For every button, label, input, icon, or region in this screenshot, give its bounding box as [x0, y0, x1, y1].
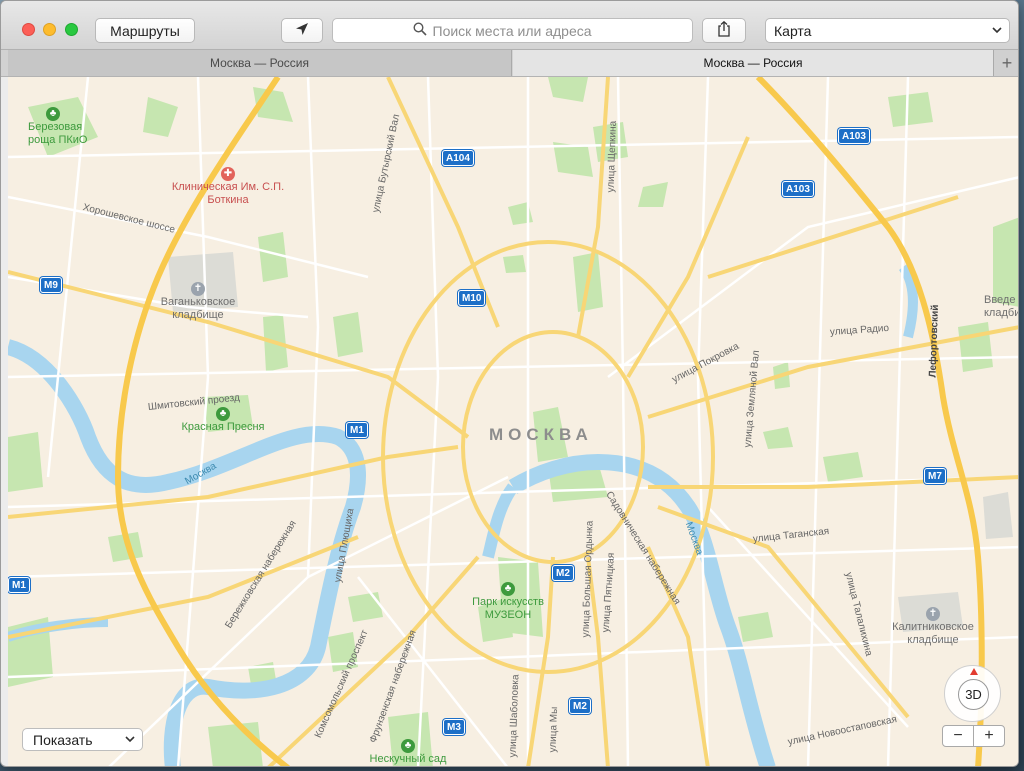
highway-shield[interactable]: M2: [552, 565, 574, 581]
tree-icon: ♣: [401, 739, 415, 753]
close-window-button[interactable]: [22, 23, 35, 36]
poi-label: Красная Пресня: [181, 421, 265, 433]
poi-muzeon[interactable]: ♣ Парк искусств МУЗЕОН: [458, 582, 558, 622]
search-input[interactable]: [432, 22, 613, 39]
highway-shield[interactable]: A103: [782, 181, 814, 197]
zoom-out-button[interactable]: −: [942, 725, 974, 747]
highway-shield[interactable]: M3: [443, 719, 465, 735]
poi-label: Клиническая Им. С.П. Боткина: [171, 181, 285, 206]
highway-shield[interactable]: M2: [569, 698, 591, 714]
show-dropdown[interactable]: Показать: [22, 728, 143, 751]
tab-label: Москва — Россия: [703, 56, 803, 70]
poi-krasnaya-presnya[interactable]: ♣ Красная Пресня: [168, 407, 278, 434]
map-graphics: [8, 77, 1018, 766]
rivers: [8, 264, 918, 766]
zoom-in-button[interactable]: +: [973, 725, 1005, 747]
poi-label: Введе кладбище: [984, 294, 1018, 319]
titlebar: Маршруты Карта: [1, 1, 1018, 50]
highway-shield[interactable]: A103: [838, 128, 870, 144]
poi-botkin-hospital[interactable]: ✚ Клиническая Им. С.П. Боткина: [168, 167, 288, 207]
tree-icon: ♣: [216, 407, 230, 421]
highway-shield[interactable]: A104: [442, 150, 474, 166]
poi-vagankovo-cemetery[interactable]: ✝ Ваганьковское кладбище: [148, 282, 248, 322]
maximize-window-button[interactable]: [65, 23, 78, 36]
3d-label: 3D: [965, 687, 982, 702]
plus-icon: +: [1001, 52, 1013, 73]
routes-button[interactable]: Маршруты: [95, 18, 195, 43]
major-roads: [8, 77, 1018, 766]
minimize-window-button[interactable]: [43, 23, 56, 36]
map-type-select[interactable]: Карта: [765, 18, 1010, 43]
chevron-down-icon: [124, 732, 136, 749]
poi-neskuchny-sad[interactable]: ♣ Нескучный сад: [358, 739, 458, 766]
parks: [8, 77, 1018, 766]
compass-control[interactable]: 3D: [944, 665, 1001, 722]
poi-berezovaya-roshcha[interactable]: ♣ Березовая роща ПКиО: [28, 107, 108, 147]
minus-icon: −: [953, 727, 963, 744]
share-button[interactable]: [702, 18, 746, 43]
north-arrow-icon: [970, 668, 978, 675]
minor-roads: [8, 77, 1018, 766]
plus-icon: +: [984, 727, 994, 744]
map-canvas[interactable]: МОСКВА ♣ Березовая роща ПКиО ✚ Клиническ…: [8, 77, 1018, 766]
highway-shield[interactable]: M1: [346, 422, 368, 438]
maps-window: Маршруты Карта Москва — Росс: [0, 0, 1019, 767]
cemetery-icon: ✝: [926, 607, 940, 621]
share-icon: [717, 20, 731, 40]
highway-shield[interactable]: M9: [40, 277, 62, 293]
tab-moscow-1[interactable]: Москва — Россия: [8, 50, 512, 76]
tab-label: Москва — Россия: [210, 56, 309, 70]
hospital-icon: ✚: [221, 167, 235, 181]
poi-label: Парк искусств МУЗЕОН: [472, 596, 544, 621]
cemetery-icon: ✝: [191, 282, 205, 296]
tab-bar: Москва — Россия Москва — Россия +: [1, 50, 1018, 77]
poi-kalitnikovskoe-cemetery[interactable]: ✝ Калитниковское кладбище: [878, 607, 988, 647]
location-arrow-icon: [295, 22, 309, 39]
highway-shield[interactable]: M10: [458, 290, 486, 306]
current-location-button[interactable]: [281, 18, 323, 43]
poi-label: Березовая роща ПКиО: [28, 121, 88, 146]
search-icon: [412, 22, 427, 39]
street-label: улица Мы: [547, 706, 561, 753]
tree-icon: ♣: [46, 107, 60, 121]
highway-shield[interactable]: M7: [924, 468, 946, 484]
tab-moscow-2[interactable]: Москва — Россия: [513, 50, 993, 76]
poi-label: Ваганьковское кладбище: [160, 296, 236, 321]
poi-label: Калитниковское кладбище: [892, 621, 974, 646]
search-field[interactable]: [332, 18, 693, 43]
map-type-value: Карта: [774, 22, 812, 39]
highway-shield[interactable]: M1: [8, 577, 30, 593]
show-label: Показать: [33, 731, 93, 748]
poi-label: Нескучный сад: [369, 753, 447, 765]
poi-vvedenskoe-cemetery[interactable]: Введе кладбище: [984, 294, 1018, 320]
new-tab-button[interactable]: +: [993, 50, 1018, 76]
city-label: МОСКВА: [489, 425, 593, 444]
3d-button[interactable]: 3D: [958, 679, 989, 710]
chevron-down-icon: [991, 23, 1003, 40]
tree-icon: ♣: [501, 582, 515, 596]
routes-label: Маршруты: [110, 22, 180, 39]
